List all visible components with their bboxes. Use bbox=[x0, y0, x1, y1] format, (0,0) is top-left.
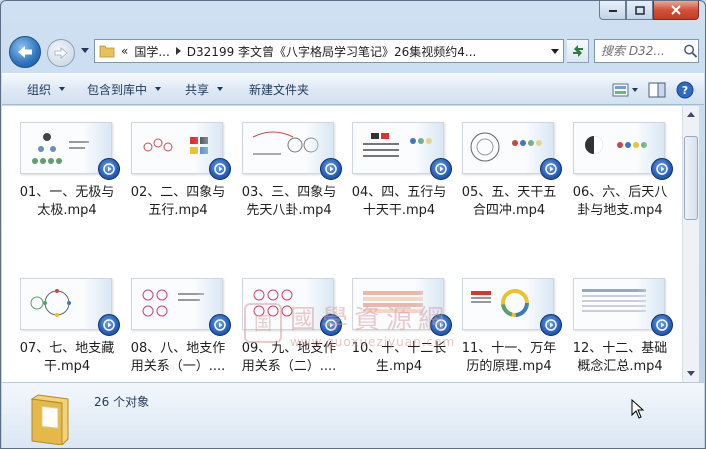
file-name: 04、四、五行与 十天干.mp4 bbox=[351, 185, 447, 218]
chevron-down-icon bbox=[217, 87, 224, 91]
command-bar: 组织 包含到库中 共享 新建文件夹 ? bbox=[2, 73, 704, 105]
file-name: 02、二、四象与 五行.mp4 bbox=[130, 185, 226, 218]
media-player-icon bbox=[430, 158, 452, 180]
file-tile[interactable]: 11、十一、万年 历的原理.mp4 bbox=[462, 268, 572, 376]
media-player-icon bbox=[651, 314, 673, 336]
caption-buttons bbox=[599, 1, 699, 20]
back-button[interactable] bbox=[9, 36, 41, 68]
new-folder-label: 新建文件夹 bbox=[249, 82, 310, 97]
organize-menu[interactable]: 组织 bbox=[2, 76, 77, 102]
chevron-right-icon[interactable] bbox=[175, 47, 181, 55]
search-input[interactable] bbox=[601, 44, 681, 58]
breadcrumb-item-guoxue[interactable]: 国学... bbox=[134, 43, 169, 60]
toolbar-right: ? bbox=[612, 78, 694, 102]
address-bar[interactable]: « 国学... D32199 李文曾《八字格局学习笔记》26集视频约4... bbox=[94, 39, 564, 63]
preview-pane-button[interactable] bbox=[648, 79, 666, 101]
file-tile[interactable]: 01、一、无极与 太极.mp4 bbox=[20, 112, 130, 220]
file-tile[interactable]: 07、七、地支藏 干.mp4 bbox=[20, 268, 130, 376]
chevron-down-icon bbox=[155, 87, 162, 91]
file-name: 06、六、后天八 卦与地支.mp4 bbox=[572, 185, 668, 218]
media-player-icon bbox=[209, 314, 231, 336]
search-icon[interactable] bbox=[683, 43, 698, 59]
media-player-icon bbox=[98, 314, 120, 336]
vertical-scrollbar[interactable] bbox=[682, 106, 699, 382]
include-in-library-label: 包含到库中 bbox=[87, 82, 148, 97]
help-icon: ? bbox=[676, 81, 694, 99]
details-pane: 26 个对象 bbox=[2, 382, 704, 448]
file-name: 07、七、地支藏 干.mp4 bbox=[19, 341, 115, 374]
refresh-icon bbox=[572, 45, 583, 57]
file-tile[interactable]: 04、四、五行与 十天干.mp4 bbox=[352, 112, 462, 220]
share-label: 共享 bbox=[185, 82, 210, 97]
breadcrumb-item-current[interactable]: D32199 李文曾《八字格局学习笔记》26集视频约4... bbox=[187, 43, 477, 60]
mouse-cursor-icon bbox=[631, 399, 645, 419]
file-name: 01、一、无极与 太极.mp4 bbox=[19, 185, 115, 218]
chevron-down-icon bbox=[81, 48, 89, 53]
file-tile[interactable]: 03、三、四象与 先天八卦.mp4 bbox=[242, 112, 352, 220]
scroll-up-button[interactable] bbox=[683, 106, 699, 123]
change-view-button[interactable] bbox=[612, 79, 638, 101]
folder-icon bbox=[99, 45, 115, 58]
media-player-icon bbox=[430, 314, 452, 336]
close-button[interactable] bbox=[653, 1, 699, 20]
media-player-icon bbox=[320, 158, 342, 180]
recent-pages-dropdown[interactable] bbox=[80, 46, 90, 56]
file-name: 05、五、天干五 合四冲.mp4 bbox=[461, 185, 557, 218]
close-icon bbox=[671, 5, 681, 15]
media-player-icon bbox=[540, 314, 562, 336]
maximize-icon bbox=[634, 5, 645, 15]
breadcrumb-overflow[interactable]: « bbox=[121, 44, 128, 58]
scroll-down-button[interactable] bbox=[683, 365, 699, 382]
new-folder-button[interactable]: 新建文件夹 bbox=[235, 76, 321, 102]
file-name: 10、十、十二长 生.mp4 bbox=[351, 341, 447, 374]
view-options-icon bbox=[612, 83, 638, 97]
file-name: 12、十二、基础 概念汇总.mp4 bbox=[572, 341, 668, 374]
file-name: 09、九、地支作 用关系（二）.... bbox=[241, 341, 337, 374]
chevron-down-icon bbox=[59, 87, 66, 91]
file-tile[interactable]: 02、二、四象与 五行.mp4 bbox=[131, 112, 241, 220]
maximize-button[interactable] bbox=[626, 1, 653, 20]
back-arrow-icon bbox=[18, 46, 32, 58]
minimize-button[interactable] bbox=[599, 1, 626, 20]
breadcrumb: « 国学... D32199 李文曾《八字格局学习笔记》26集视频约4... bbox=[121, 43, 545, 60]
file-tile[interactable]: 08、八、地支作 用关系（一）.... bbox=[131, 268, 241, 376]
chevron-up-icon bbox=[687, 112, 695, 117]
search-box[interactable] bbox=[594, 39, 699, 63]
object-count: 26 个对象 bbox=[94, 395, 150, 409]
folder-icon bbox=[30, 394, 69, 445]
address-dropdown[interactable] bbox=[545, 40, 563, 62]
share-menu[interactable]: 共享 bbox=[173, 76, 235, 102]
file-tile[interactable]: 12、十二、基础 概念汇总.mp4 bbox=[573, 268, 682, 376]
organize-label: 组织 bbox=[27, 82, 52, 97]
file-name: 03、三、四象与 先天八卦.mp4 bbox=[241, 185, 337, 218]
media-player-icon bbox=[209, 158, 231, 180]
file-tile[interactable]: 06、六、后天八 卦与地支.mp4 bbox=[573, 112, 682, 220]
help-button[interactable]: ? bbox=[676, 79, 694, 101]
chevron-down-icon bbox=[687, 371, 695, 376]
file-tile[interactable]: 09、九、地支作 用关系（二）.... bbox=[242, 268, 352, 376]
forward-arrow-icon bbox=[54, 47, 68, 59]
media-player-icon bbox=[540, 158, 562, 180]
media-player-icon bbox=[651, 158, 673, 180]
include-in-library-menu[interactable]: 包含到库中 bbox=[77, 76, 173, 102]
file-tile[interactable]: 05、五、天干五 合四冲.mp4 bbox=[462, 112, 572, 220]
svg-text:?: ? bbox=[682, 84, 688, 97]
chevron-down-icon bbox=[550, 48, 559, 54]
file-name: 11、十一、万年 历的原理.mp4 bbox=[461, 341, 557, 374]
refresh-button[interactable] bbox=[567, 39, 589, 63]
preview-pane-icon bbox=[648, 82, 666, 98]
scrollbar-thumb[interactable] bbox=[684, 136, 698, 220]
media-player-icon bbox=[98, 158, 120, 180]
forward-button[interactable] bbox=[47, 39, 75, 67]
minimize-icon bbox=[608, 10, 617, 12]
file-name: 08、八、地支作 用关系（一）.... bbox=[130, 341, 226, 374]
media-player-icon bbox=[320, 314, 342, 336]
file-list[interactable]: 01、一、无极与 太极.mp4 02、二、四象与 五行.mp4 03、三、四象与… bbox=[2, 106, 682, 382]
explorer-window: « 国学... D32199 李文曾《八字格局学习笔记》26集视频约4... 组… bbox=[0, 0, 706, 449]
file-tile[interactable]: 10、十、十二长 生.mp4 bbox=[352, 268, 462, 376]
